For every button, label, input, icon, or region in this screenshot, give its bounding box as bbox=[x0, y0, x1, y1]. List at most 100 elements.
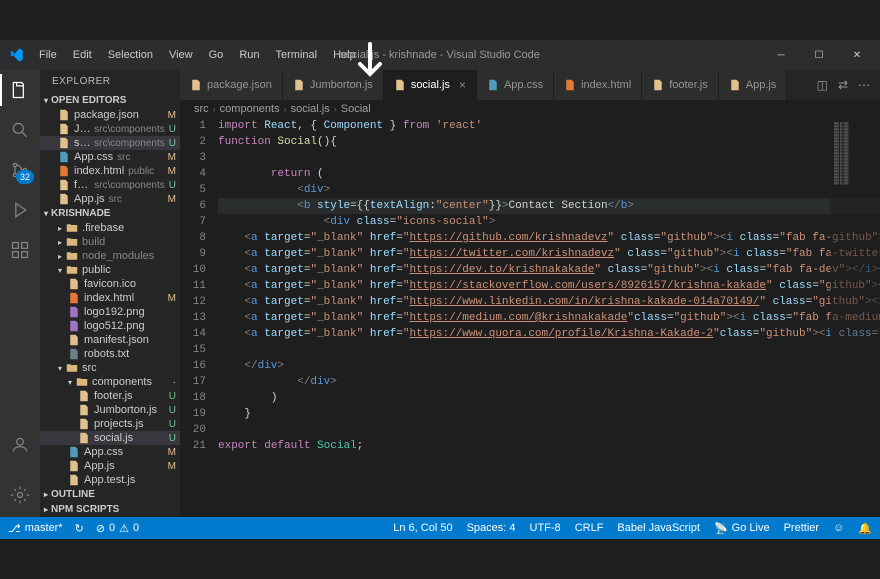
notifications-icon[interactable]: 🔔 bbox=[858, 522, 872, 535]
breadcrumb-segment[interactable]: components bbox=[220, 103, 280, 115]
code-line[interactable]: <a target="_blank" href="https://www.quo… bbox=[218, 326, 880, 342]
open-editor-item[interactable]: social.js src\componentsU bbox=[40, 136, 180, 150]
split-editor-icon[interactable]: ◫ bbox=[817, 78, 828, 92]
prettier-status[interactable]: Prettier bbox=[784, 522, 819, 535]
breadcrumb-segment[interactable]: src bbox=[194, 103, 209, 115]
code-line[interactable]: import React, { Component } from 'react' bbox=[218, 118, 880, 134]
menu-run[interactable]: Run bbox=[232, 45, 266, 65]
code-line[interactable]: <a target="_blank" href="https://github.… bbox=[218, 230, 880, 246]
menu-view[interactable]: View bbox=[162, 45, 200, 65]
language-status[interactable]: Babel JavaScript bbox=[617, 522, 700, 535]
file-item[interactable]: favicon.ico bbox=[40, 277, 180, 291]
explorer-activity-icon[interactable] bbox=[8, 78, 32, 102]
menu-go[interactable]: Go bbox=[202, 45, 231, 65]
open-editors-header[interactable]: ▾OPEN EDITORS bbox=[40, 93, 180, 108]
minimize-button[interactable]: ─ bbox=[766, 45, 796, 65]
file-name: favicon.ico bbox=[84, 278, 136, 290]
open-editor-item[interactable]: package.jsonM bbox=[40, 108, 180, 122]
code-line[interactable]: export default Social; bbox=[218, 438, 880, 454]
menu-edit[interactable]: Edit bbox=[66, 45, 99, 65]
compare-icon[interactable]: ⇄ bbox=[838, 78, 848, 92]
workspace-header[interactable]: ▾KRISHNADE bbox=[40, 206, 180, 221]
menu-selection[interactable]: Selection bbox=[101, 45, 160, 65]
minimap[interactable]: ████ ██ ████ ████ ██ ████ ████ ██ ████ █… bbox=[830, 118, 880, 517]
debug-activity-icon[interactable] bbox=[8, 198, 32, 222]
code-line[interactable]: <div> bbox=[218, 182, 880, 198]
npm-scripts-header[interactable]: ▸NPM SCRIPTS bbox=[40, 502, 180, 517]
code-line[interactable]: <b style={{textAlign:"center"}}>Contact … bbox=[218, 198, 880, 214]
file-item[interactable]: projects.jsU bbox=[40, 417, 180, 431]
close-tab-icon[interactable]: × bbox=[459, 78, 466, 92]
tab-index-html[interactable]: index.html bbox=[554, 70, 642, 100]
accounts-activity-icon[interactable] bbox=[8, 433, 32, 457]
menu-terminal[interactable]: Terminal bbox=[269, 45, 325, 65]
tab-App-css[interactable]: App.css bbox=[477, 70, 554, 100]
tab-App-js[interactable]: App.js bbox=[719, 70, 788, 100]
file-item[interactable]: social.jsU bbox=[40, 431, 180, 445]
folder-item[interactable]: ▾src bbox=[40, 361, 180, 375]
open-editor-item[interactable]: App.css srcM bbox=[40, 150, 180, 164]
breadcrumb[interactable]: src›components›social.js›Social bbox=[180, 100, 880, 118]
code-line[interactable] bbox=[218, 342, 880, 358]
breadcrumb-segment[interactable]: Social bbox=[341, 103, 371, 115]
file-item[interactable]: App.cssM bbox=[40, 445, 180, 459]
folder-item[interactable]: ▾public bbox=[40, 263, 180, 277]
code-line[interactable]: function Social(){ bbox=[218, 134, 880, 150]
more-icon[interactable]: ⋯ bbox=[858, 78, 870, 92]
golive-status[interactable]: 📡 Go Live bbox=[714, 522, 770, 535]
code-line[interactable] bbox=[218, 422, 880, 438]
folder-item[interactable]: ▸node_modules bbox=[40, 249, 180, 263]
code-line[interactable]: <a target="_blank" href="https://www.lin… bbox=[218, 294, 880, 310]
folder-item[interactable]: ▾components· bbox=[40, 375, 180, 389]
tab-social-js[interactable]: social.js× bbox=[384, 70, 477, 100]
sync-status[interactable]: ↻ bbox=[75, 522, 84, 535]
extensions-activity-icon[interactable] bbox=[8, 238, 32, 262]
code-line[interactable]: </div> bbox=[218, 374, 880, 390]
scm-activity-icon[interactable]: 32 bbox=[8, 158, 32, 182]
branch-status[interactable]: ⎇ master* bbox=[8, 522, 63, 535]
search-activity-icon[interactable] bbox=[8, 118, 32, 142]
file-item[interactable]: App.test.js bbox=[40, 473, 180, 487]
code-line[interactable]: <div class="icons-social"> bbox=[218, 214, 880, 230]
indent-status[interactable]: Spaces: 4 bbox=[467, 522, 516, 535]
breadcrumb-segment[interactable]: social.js bbox=[291, 103, 330, 115]
problems-status[interactable]: ⊘ 0 ⚠ 0 bbox=[96, 522, 139, 535]
tab-package-json[interactable]: package.json bbox=[180, 70, 283, 100]
code-line[interactable]: <a target="_blank" href="https://stackov… bbox=[218, 278, 880, 294]
open-editor-item[interactable]: index.html publicM bbox=[40, 164, 180, 178]
open-editor-item[interactable]: footer.js src\componentsU bbox=[40, 178, 180, 192]
file-item[interactable]: manifest.json bbox=[40, 333, 180, 347]
code-line[interactable]: <a target="_blank" href="https://twitter… bbox=[218, 246, 880, 262]
open-editor-item[interactable]: App.js srcM bbox=[40, 192, 180, 206]
maximize-button[interactable]: ☐ bbox=[804, 45, 834, 65]
code-line[interactable]: <a target="_blank" href="https://medium.… bbox=[218, 310, 880, 326]
code-line[interactable]: <a target="_blank" href="https://dev.to/… bbox=[218, 262, 880, 278]
menu-bar: FileEditSelectionViewGoRunTerminalHelp bbox=[32, 45, 363, 65]
file-item[interactable]: robots.txt bbox=[40, 347, 180, 361]
menu-file[interactable]: File bbox=[32, 45, 64, 65]
tab-footer-js[interactable]: footer.js bbox=[642, 70, 719, 100]
file-item[interactable]: App.jsM bbox=[40, 459, 180, 473]
file-item[interactable]: logo512.png bbox=[40, 319, 180, 333]
code-line[interactable]: return ( bbox=[218, 166, 880, 182]
code-line[interactable]: </div> bbox=[218, 358, 880, 374]
code-editor[interactable]: 123456789101112131415161718192021 import… bbox=[180, 118, 880, 517]
folder-item[interactable]: ▸build bbox=[40, 235, 180, 249]
file-item[interactable]: index.htmlM bbox=[40, 291, 180, 305]
code-line[interactable]: ) bbox=[218, 390, 880, 406]
outline-header[interactable]: ▸OUTLINE bbox=[40, 487, 180, 502]
file-item[interactable]: Jumborton.jsU bbox=[40, 403, 180, 417]
file-item[interactable]: footer.jsU bbox=[40, 389, 180, 403]
feedback-icon[interactable]: ☺ bbox=[833, 522, 844, 535]
activity-bar: 32 bbox=[0, 70, 40, 517]
folder-item[interactable]: ▸.firebase bbox=[40, 221, 180, 235]
file-item[interactable]: logo192.png bbox=[40, 305, 180, 319]
settings-activity-icon[interactable] bbox=[8, 483, 32, 507]
code-line[interactable] bbox=[218, 150, 880, 166]
open-editor-item[interactable]: Jumborton.js src\componentsU bbox=[40, 122, 180, 136]
eol-status[interactable]: CRLF bbox=[575, 522, 604, 535]
close-window-button[interactable]: ✕ bbox=[842, 45, 872, 65]
cursor-position[interactable]: Ln 6, Col 50 bbox=[393, 522, 452, 535]
encoding-status[interactable]: UTF-8 bbox=[530, 522, 561, 535]
code-line[interactable]: } bbox=[218, 406, 880, 422]
